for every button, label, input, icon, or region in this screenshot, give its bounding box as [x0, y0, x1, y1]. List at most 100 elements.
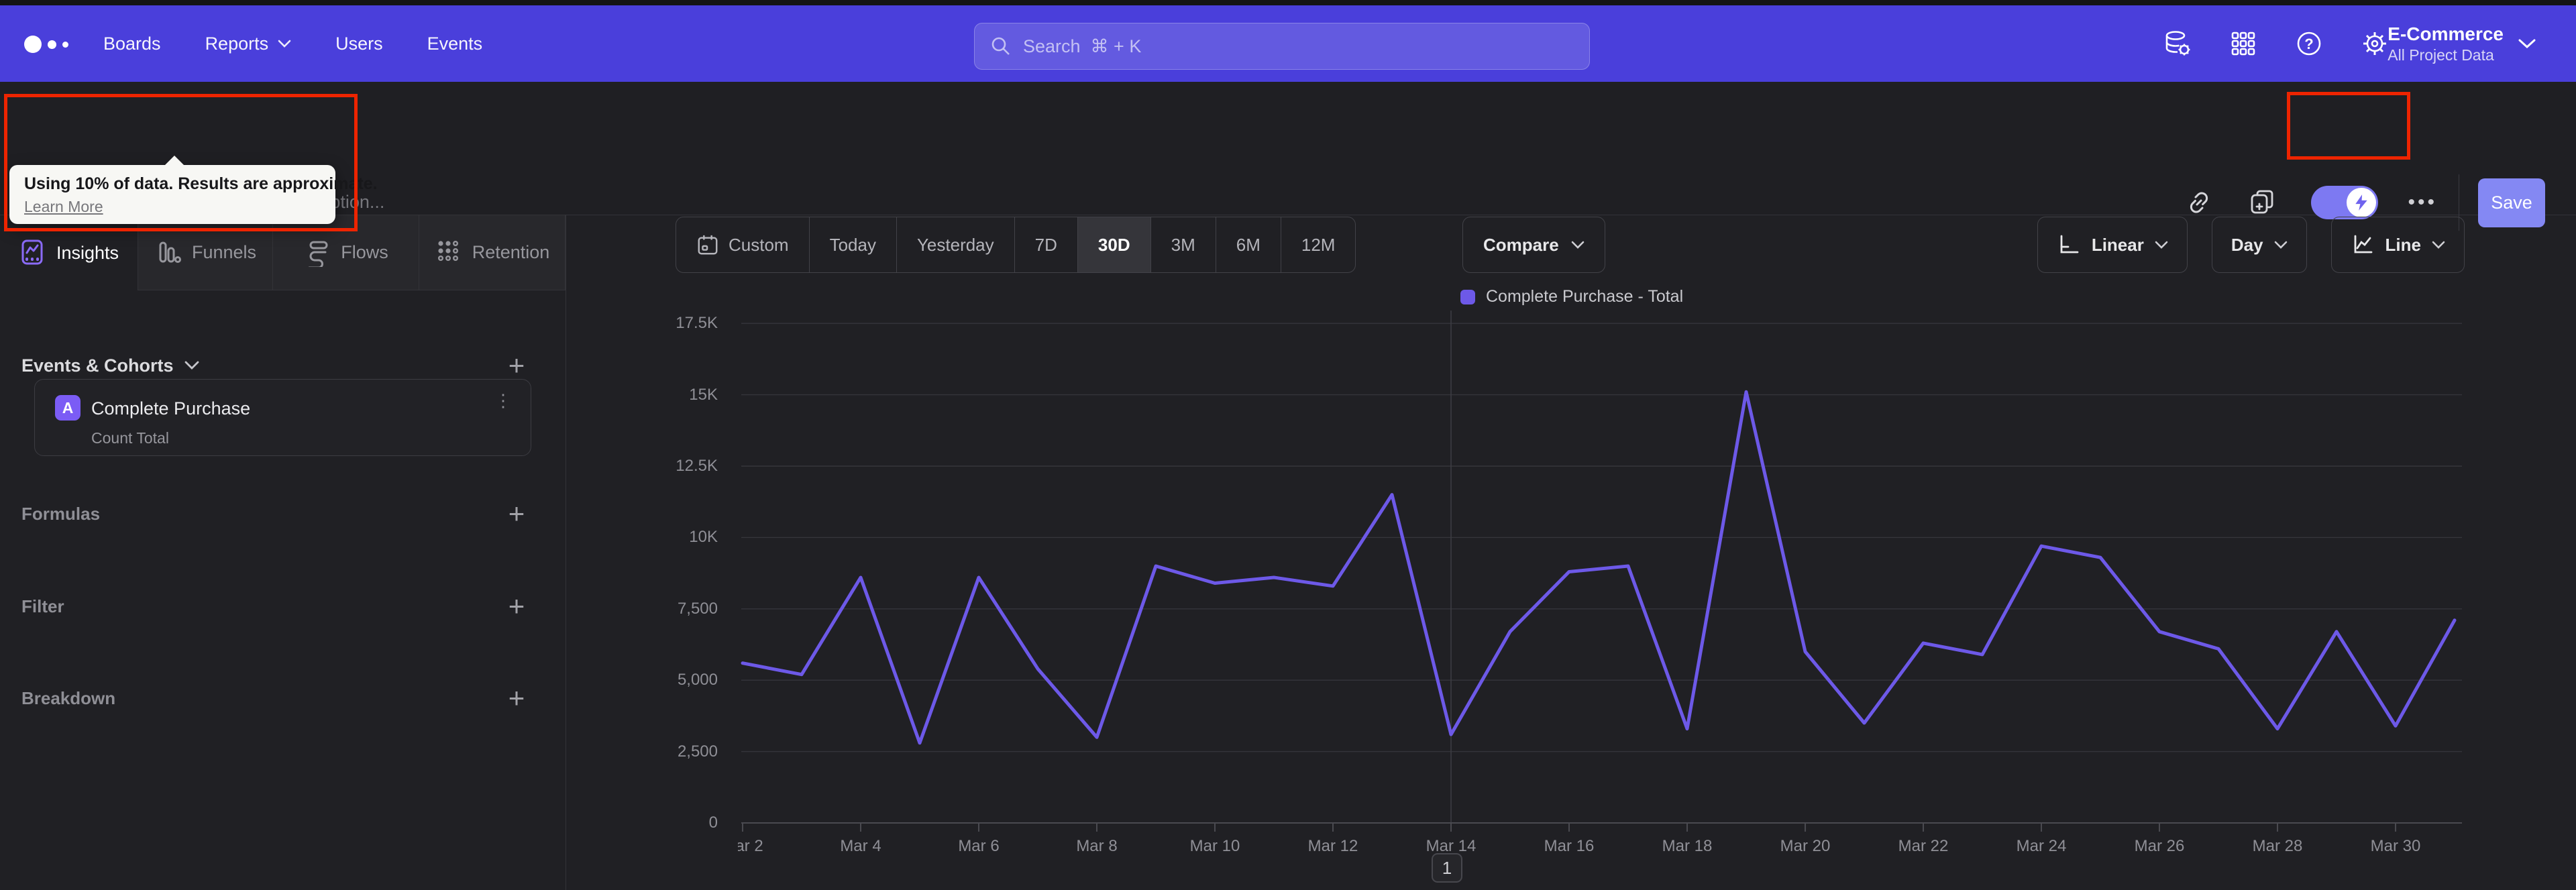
report-type-tabs: Insights Funnels Flows Retention — [0, 215, 566, 290]
add-filter-button[interactable]: + — [502, 592, 531, 621]
range-today[interactable]: Today — [810, 217, 897, 272]
scale-selector[interactable]: Linear — [2037, 217, 2188, 273]
interval-selector[interactable]: Day — [2211, 217, 2307, 273]
event-metric[interactable]: Count Total — [91, 429, 169, 447]
project-switcher[interactable]: E-Commerce All Project Data — [2387, 5, 2536, 82]
legend-swatch — [1460, 289, 1475, 304]
learn-more-link[interactable]: Learn More — [24, 198, 321, 216]
range-12m[interactable]: 12M — [1281, 217, 1356, 272]
search-icon — [991, 37, 1010, 55]
range-label: Custom — [729, 234, 789, 255]
nav-item-label: Reports — [205, 33, 269, 54]
sidebar-section-filter: Filter + — [21, 592, 531, 621]
event-letter-badge: A — [55, 395, 80, 421]
series-line[interactable] — [741, 390, 2457, 745]
add-to-board-icon[interactable] — [2247, 187, 2277, 218]
project-scope: All Project Data — [2387, 46, 2494, 64]
tab-label: Insights — [56, 242, 119, 263]
section-label: Breakdown — [21, 687, 116, 708]
svg-text:?: ? — [2304, 36, 2313, 52]
x-tick-label: Mar 30 — [2371, 837, 2421, 855]
line-chart[interactable]: Mar 2 Mar 4 Mar 6 Mar 8 Mar 10 Mar 12 Mar 14 Ma… — [738, 305, 2475, 869]
chevron-down-icon — [184, 361, 199, 370]
y-tick-label: 0 — [708, 814, 718, 832]
chevron-down-icon — [2155, 241, 2168, 249]
nav-item-events[interactable]: Events — [427, 34, 483, 54]
search-input[interactable] — [1023, 36, 1574, 57]
x-tick-label: Mar 4 — [840, 837, 881, 855]
x-tick-label: Mar 20 — [1780, 837, 1831, 855]
line-chart-icon — [2354, 235, 2372, 254]
chart-type-label: Line — [2385, 234, 2421, 255]
chevron-down-icon — [1571, 241, 1585, 249]
mixpanel-logo-icon[interactable] — [24, 35, 85, 54]
help-icon[interactable]: ? — [2294, 29, 2324, 58]
search-bar[interactable] — [974, 23, 1590, 70]
x-tick-label: Mar 26 — [2135, 837, 2185, 855]
tab-insights[interactable]: Insights — [0, 215, 138, 290]
compare-label: Compare — [1483, 234, 1559, 255]
sampling-toggle[interactable] — [2311, 186, 2379, 219]
nav-item-reports[interactable]: Reports — [205, 34, 292, 54]
calendar-icon — [698, 235, 718, 255]
x-tick-label: Mar 16 — [1544, 837, 1595, 855]
tab-funnels[interactable]: Funnels — [138, 215, 273, 290]
x-tick-label: Mar 18 — [1662, 837, 1713, 855]
range-label: 12M — [1301, 234, 1336, 255]
nav-item-label: Boards — [103, 33, 161, 54]
event-kebab-menu[interactable]: ⋮ — [494, 392, 512, 409]
sampling-tooltip: Using 10% of data. Results are approxima… — [9, 156, 378, 224]
y-tick-label: 10K — [689, 528, 718, 547]
insights-icon — [21, 239, 43, 265]
y-tick-label: 12.5K — [676, 457, 718, 475]
event-name: Complete Purchase — [91, 398, 251, 419]
nav-item-users[interactable]: Users — [335, 34, 383, 54]
range-custom[interactable]: Custom — [676, 217, 810, 272]
chart-type-selector[interactable]: Line — [2330, 217, 2465, 273]
tooltip-arrow — [164, 156, 185, 166]
x-tick-label: Mar 10 — [1190, 837, 1240, 855]
event-card-complete-purchase[interactable]: A Complete Purchase Count Total ⋮ — [34, 379, 531, 456]
nav-item-label: Events — [427, 33, 483, 54]
range-30d[interactable]: 30D — [1077, 217, 1151, 272]
more-options-button[interactable]: ••• — [2408, 191, 2437, 214]
add-event-button[interactable]: + — [502, 351, 531, 380]
apps-grid-icon[interactable] — [2229, 29, 2258, 58]
range-yesterday[interactable]: Yesterday — [897, 217, 1015, 272]
tooltip-text: Using 10% of data. Results are approxima… — [24, 174, 378, 193]
x-tick-label: Mar 8 — [1076, 837, 1117, 855]
add-formulas-button[interactable]: + — [502, 499, 531, 529]
chart-legend[interactable]: Complete Purchase - Total — [1460, 287, 1683, 307]
nav-item-label: Users — [335, 33, 383, 54]
pagination-page-1[interactable]: 1 — [1432, 853, 1462, 883]
data-management-icon[interactable] — [2163, 29, 2192, 58]
x-tick-label: Mar 6 — [958, 837, 999, 855]
x-tick-label: Mar 22 — [1898, 837, 1949, 855]
linear-axis-icon — [2060, 235, 2079, 254]
settings-gear-icon[interactable] — [2360, 29, 2390, 58]
tab-label: Funnels — [191, 242, 257, 262]
nav-item-boards[interactable]: Boards — [103, 34, 161, 54]
tab-retention[interactable]: Retention — [419, 215, 566, 290]
section-label: Filter — [21, 596, 64, 616]
range-6m[interactable]: 6M — [1216, 217, 1281, 272]
range-7d[interactable]: 7D — [1015, 217, 1078, 272]
compare-button[interactable]: Compare — [1462, 217, 1605, 273]
events-cohorts-header[interactable]: Events & Cohorts — [21, 355, 199, 376]
add-breakdown-button[interactable]: + — [502, 683, 531, 713]
share-link-icon[interactable] — [2184, 187, 2214, 218]
app-window: Boards Reports Users Events ? E-Commerce Al… — [0, 0, 2576, 890]
sidebar-section-breakdown: Breakdown + — [21, 683, 531, 713]
chevron-down-icon — [2274, 241, 2287, 249]
flows-icon — [309, 241, 328, 267]
range-label: 7D — [1034, 234, 1057, 255]
y-tick-label: 7,500 — [677, 599, 718, 618]
tab-flows[interactable]: Flows — [273, 215, 419, 290]
project-name: E-Commerce — [2387, 23, 2504, 44]
chevron-down-icon — [2518, 39, 2536, 49]
section-label: Formulas — [21, 503, 101, 524]
chevron-down-icon — [278, 40, 291, 48]
save-button[interactable]: Save — [2478, 178, 2545, 227]
range-3m[interactable]: 3M — [1151, 217, 1216, 272]
x-tick-label: Mar 24 — [2017, 837, 2067, 855]
